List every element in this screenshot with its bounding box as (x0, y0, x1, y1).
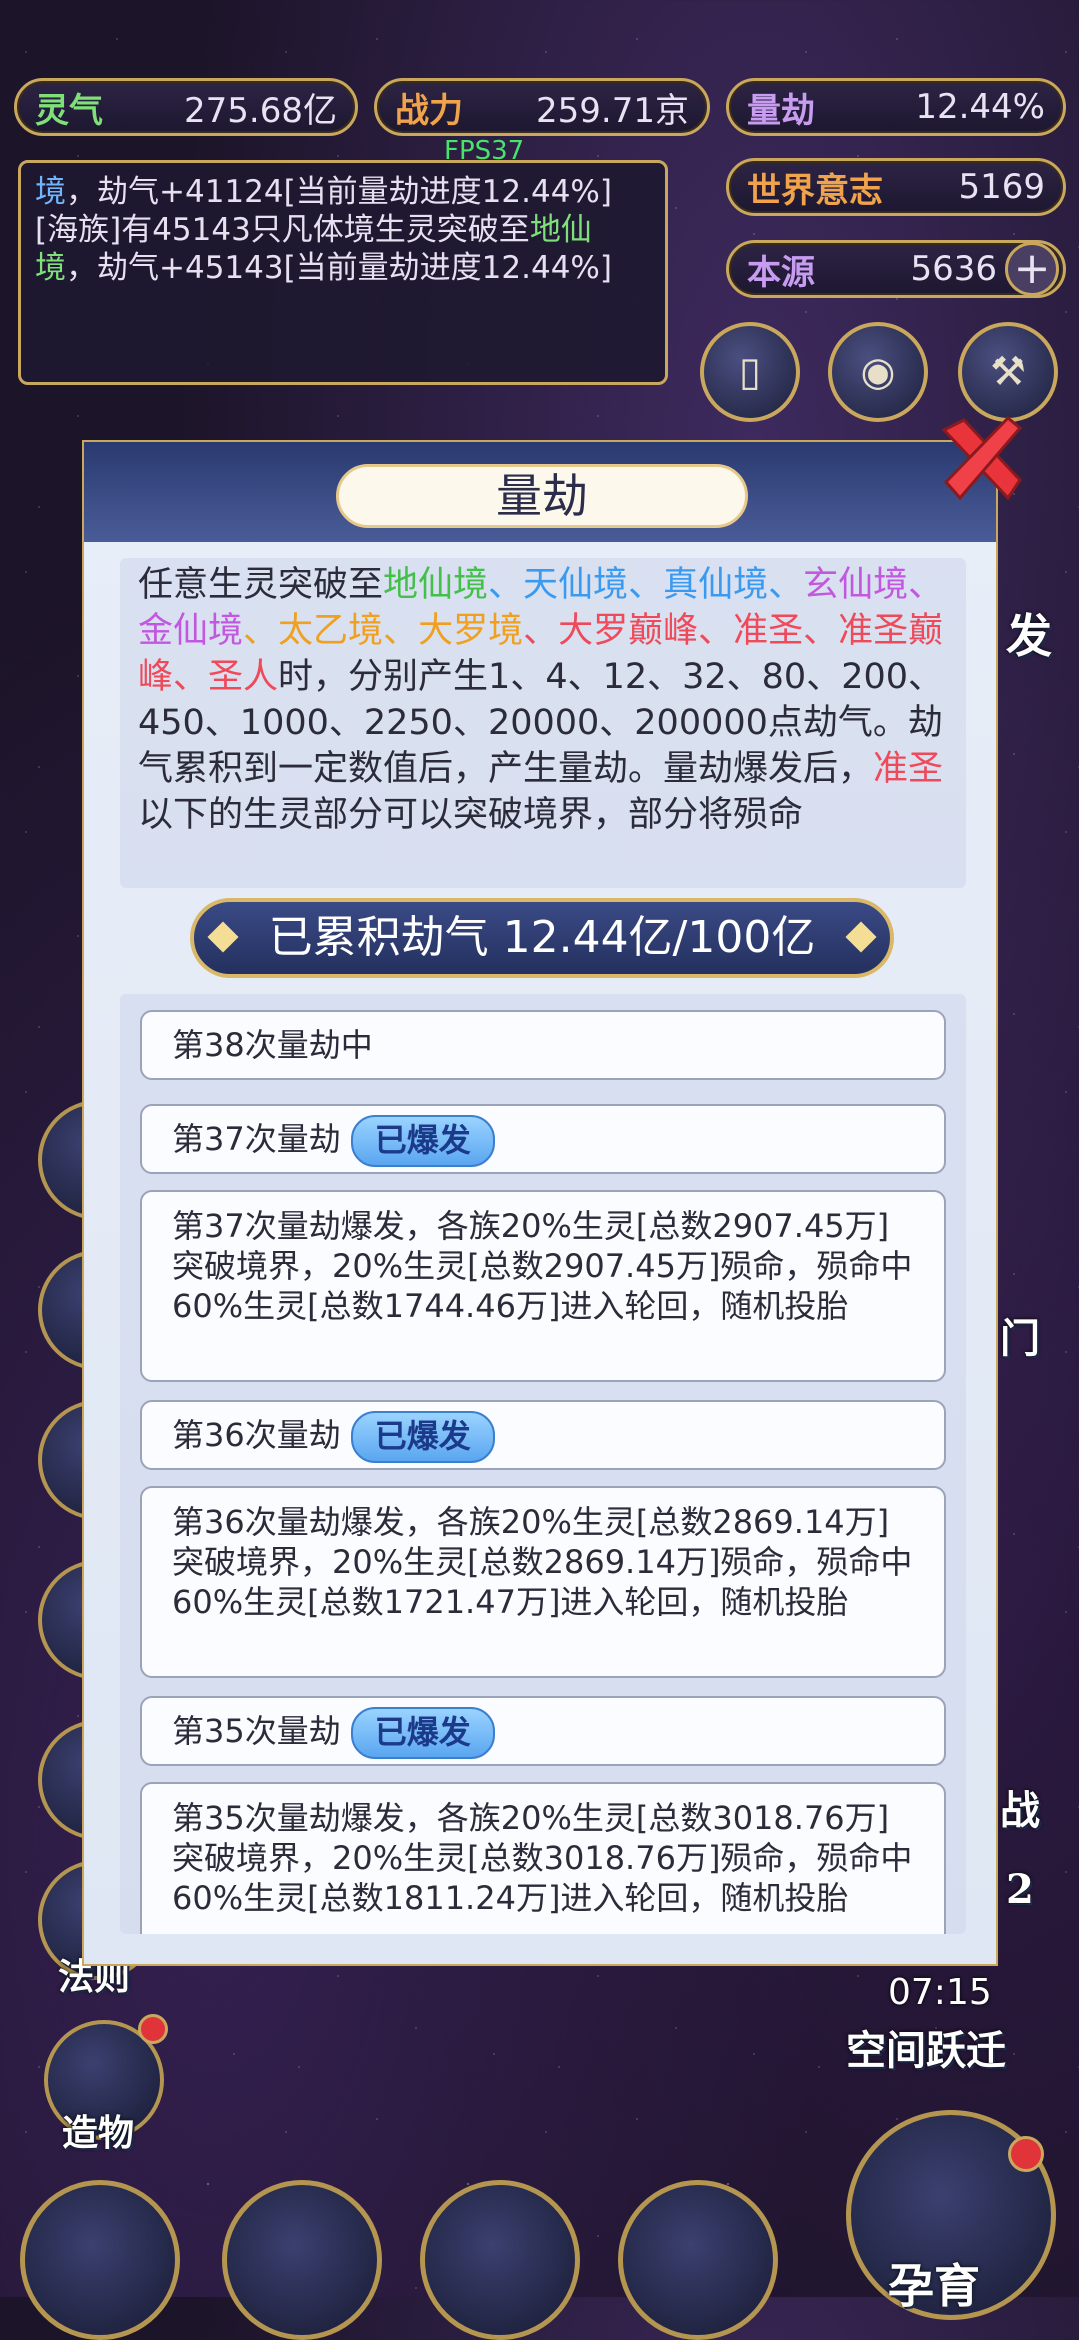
log-line-2: [海族]有45143只凡体境生灵突破至地仙境，劫气+45143[当前量劫进度12… (35, 212, 612, 286)
liangjie-history-list[interactable]: 第38次量劫中 第37次量劫 已爆发 第37次量劫爆发，各族20%生灵[总数290… (120, 994, 966, 1934)
zhanli-label: 战力 (395, 90, 463, 131)
add-benyuan-button[interactable]: + (1005, 242, 1059, 296)
entry-35-text: 第35次量劫爆发，各族20%生灵[总数3018.76万]突破境界，20%生灵[总… (140, 1782, 946, 1934)
accumulated-jieqi-banner: 已累积劫气 12.44亿/100亿 (190, 898, 894, 978)
log-line-1: 境，劫气+41124[当前量劫进度12.44%] (35, 174, 612, 210)
hammer-icon[interactable]: ⚒ (958, 322, 1058, 422)
entry-35-header: 第35次量劫 已爆发 (140, 1696, 946, 1766)
world-will-label: 世界意志 (747, 170, 883, 211)
right-label-bao-fa: 发 (1006, 609, 1052, 663)
lingqi-value: 275.68亿 (184, 90, 337, 131)
zhanli-pill: 战力 259.71京 (374, 78, 710, 136)
space-jump-timer: 07:15 (888, 1972, 992, 2013)
card-icon[interactable]: ▯ (700, 322, 800, 422)
event-log: 境，劫气+41124[当前量劫进度12.44%] [海族]有45143只凡体境生… (18, 160, 668, 385)
world-will-pill: 世界意志 5169 (726, 158, 1066, 216)
lingqi-label: 灵气 (35, 90, 103, 131)
space-jump-button[interactable]: 空间跃迁 (846, 2018, 1006, 2076)
yun-yu-label: 孕育 (888, 2259, 980, 2313)
yun-yu-dot (1008, 2136, 1044, 2172)
benyuan-label: 本源 (747, 252, 815, 293)
liangjie-dialog: 量劫 任意生灵突破至地仙境、天仙境、真仙境、玄仙境、金仙境、太乙境、大罗境、大罗… (82, 440, 998, 1966)
entry-37-text: 第37次量劫爆发，各族20%生灵[总数2907.45万]突破境界，20%生灵[总… (140, 1190, 946, 1382)
liangjie-value: 12.44% (915, 87, 1045, 127)
erupted-badge: 已爆发 (350, 1411, 495, 1463)
world-will-value: 5169 (958, 167, 1045, 207)
close-x-icon[interactable] (934, 410, 1030, 506)
entry-38-header: 第38次量劫中 (140, 1010, 946, 1080)
notification-dot (138, 2014, 168, 2044)
lingqi-pill: 灵气 275.68亿 (14, 78, 358, 136)
right-label-men: 门 (1000, 1315, 1040, 1362)
eye-icon[interactable]: ◉ (828, 322, 928, 422)
bottom-button-4[interactable] (618, 2180, 778, 2340)
entry-36-header: 第36次量劫 已爆发 (140, 1400, 946, 1470)
bottom-button-2[interactable] (222, 2180, 382, 2340)
entry-36-text: 第36次量劫爆发，各族20%生灵[总数2869.14万]突破境界，20%生灵[总… (140, 1486, 946, 1678)
zao-wu-label: 造物 (62, 2112, 135, 2154)
liangjie-label: 量劫 (747, 90, 815, 131)
erupted-badge: 已爆发 (350, 1707, 495, 1759)
right-label-zhan: 战 (1000, 1787, 1040, 1834)
zhanli-value: 259.71京 (536, 90, 689, 131)
dialog-title: 量劫 (336, 464, 748, 528)
right-badge-num: 2 (1006, 1866, 1034, 1913)
liangjie-description: 任意生灵突破至地仙境、天仙境、真仙境、玄仙境、金仙境、太乙境、大罗境、大罗巅峰、… (120, 558, 966, 888)
bottom-button-1[interactable] (20, 2180, 180, 2340)
benyuan-value: 5636 (910, 249, 997, 289)
bottom-button-3[interactable] (420, 2180, 580, 2340)
liangjie-pill[interactable]: 量劫 12.44% (726, 78, 1066, 136)
benyuan-pill: 本源 5636 + (726, 240, 1066, 298)
entry-37-header: 第37次量劫 已爆发 (140, 1104, 946, 1174)
erupted-badge: 已爆发 (350, 1115, 495, 1167)
